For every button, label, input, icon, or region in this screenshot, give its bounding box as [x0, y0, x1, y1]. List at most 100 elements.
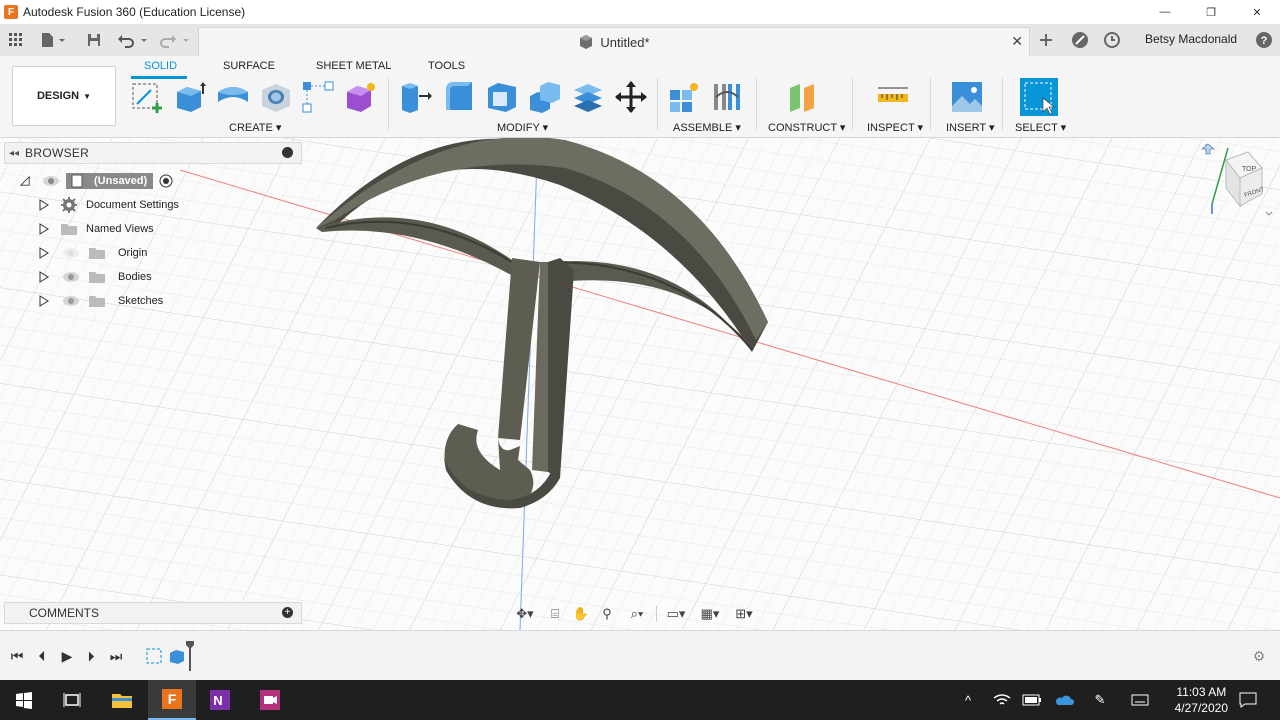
notifications-icon[interactable] — [1238, 690, 1258, 710]
offset-face-icon[interactable] — [571, 80, 605, 114]
3d-viewport[interactable]: TOP FRONT — [0, 138, 1280, 630]
timeline-sketch-feature-icon[interactable] — [145, 647, 163, 665]
orbit-icon[interactable]: ✥▾ — [510, 604, 540, 624]
document-tab[interactable]: Untitled* ✕ — [198, 27, 1030, 56]
browser-item-origin[interactable]: Origin — [38, 243, 147, 263]
show-hidden-icons-chevron-icon[interactable]: ^ — [958, 690, 978, 710]
redo-icon[interactable] — [158, 30, 192, 50]
zoom-icon[interactable]: ⚲ — [596, 604, 618, 624]
onedrive-cloud-icon[interactable] — [1054, 690, 1074, 710]
add-comment-plus-icon[interactable]: + — [282, 607, 293, 618]
browser-root-node[interactable]: (Unsaved) — [20, 171, 173, 191]
task-view-icon[interactable] — [48, 680, 96, 720]
combine-icon[interactable] — [528, 80, 562, 114]
viewport-canvas[interactable] — [0, 138, 1280, 630]
undo-icon[interactable] — [116, 30, 150, 50]
expand-arrow-icon[interactable] — [38, 199, 50, 211]
visibility-eye-icon[interactable] — [62, 270, 80, 284]
joint-icon[interactable] — [710, 80, 744, 114]
onenote-icon[interactable]: N — [196, 680, 244, 720]
shell-icon[interactable] — [485, 80, 519, 114]
go-to-end-icon[interactable]: ⏭ — [107, 647, 125, 665]
measure-icon[interactable] — [876, 80, 910, 114]
create-menu[interactable]: CREATE ▾ — [229, 121, 281, 134]
expand-arrow-icon[interactable] — [38, 271, 50, 283]
browser-panel-header[interactable]: ◂◂ BROWSER — [4, 142, 302, 164]
tab-tools[interactable]: TOOLS — [428, 60, 465, 72]
new-tab-plus-icon[interactable] — [1036, 30, 1056, 50]
pattern-icon[interactable] — [301, 80, 335, 114]
browser-item-document-settings[interactable]: Document Settings — [38, 195, 179, 215]
wifi-icon[interactable] — [992, 690, 1012, 710]
assemble-menu[interactable]: ASSEMBLE ▾ — [673, 121, 741, 134]
pen-workspace-icon[interactable]: ✎ — [1090, 690, 1110, 710]
visibility-eye-icon[interactable] — [62, 294, 80, 308]
hole-icon[interactable] — [259, 80, 293, 114]
insert-menu[interactable]: INSERT ▾ — [946, 121, 995, 134]
step-back-icon[interactable]: ⏴ — [33, 647, 51, 665]
activate-radio-icon[interactable] — [159, 174, 173, 188]
tab-solid[interactable]: SOLID — [144, 60, 177, 72]
taskbar-clock[interactable]: 11:03 AM 4/27/2020 — [1175, 684, 1228, 716]
modify-menu[interactable]: MODIFY ▾ — [497, 121, 548, 134]
close-tab-icon[interactable]: ✕ — [1011, 33, 1023, 50]
create-sketch-icon[interactable] — [130, 80, 164, 114]
fillet-icon[interactable] — [442, 80, 476, 114]
workspace-switcher[interactable]: DESIGN ▼ — [12, 66, 116, 126]
data-panel-grid-icon[interactable] — [6, 30, 26, 50]
browser-item-named-views[interactable]: Named Views — [38, 219, 154, 239]
construct-menu[interactable]: CONSTRUCT ▾ — [768, 121, 845, 134]
display-settings-icon[interactable]: ▭▾ — [661, 604, 691, 624]
minimize-button[interactable]: — — [1142, 0, 1188, 24]
look-at-icon[interactable]: ⌸ — [544, 604, 566, 624]
home-view-icon[interactable] — [1200, 143, 1216, 155]
timeline-settings-gear-icon[interactable]: ⚙ — [1250, 647, 1268, 665]
offset-plane-icon[interactable] — [786, 80, 820, 114]
expand-arrow-icon[interactable] — [38, 223, 50, 235]
grid-settings-icon[interactable]: ▦▾ — [695, 604, 725, 624]
pan-hand-icon[interactable]: ✋ — [570, 604, 592, 624]
press-pull-icon[interactable] — [399, 80, 433, 114]
battery-icon[interactable] — [1022, 690, 1042, 710]
close-window-button[interactable]: ✕ — [1234, 0, 1280, 24]
expanded-arrow-icon[interactable] — [20, 176, 30, 186]
visibility-eye-icon[interactable] — [42, 174, 60, 188]
new-component-icon[interactable] — [667, 80, 701, 114]
timeline-marker[interactable] — [186, 641, 194, 671]
tab-sheet-metal[interactable]: SHEET METAL — [316, 60, 391, 72]
go-to-start-icon[interactable]: ⏮ — [8, 647, 26, 665]
tab-surface[interactable]: SURFACE — [223, 60, 275, 72]
timeline-extrude-feature-icon[interactable] — [168, 647, 186, 665]
collapse-panel-icon[interactable]: ◂◂ — [9, 148, 19, 159]
create-form-icon[interactable] — [344, 80, 378, 114]
comments-panel-header[interactable]: COMMENTS + — [4, 602, 302, 624]
hidden-eye-icon[interactable] — [62, 246, 80, 260]
job-status-clock-icon[interactable] — [1102, 30, 1122, 50]
expand-arrow-icon[interactable] — [38, 247, 50, 259]
insert-canvas-icon[interactable] — [950, 80, 984, 114]
browser-item-sketches[interactable]: Sketches — [38, 291, 163, 311]
restore-button[interactable]: ❐ — [1188, 0, 1234, 24]
select-menu[interactable]: SELECT ▾ — [1015, 121, 1066, 134]
extrude-icon[interactable] — [173, 80, 207, 114]
select-tool-icon[interactable] — [1020, 78, 1058, 116]
fusion-taskbar-icon[interactable]: F — [148, 680, 196, 720]
windows-start-icon[interactable] — [0, 680, 48, 720]
file-menu-icon[interactable] — [38, 30, 68, 50]
viewports-icon[interactable]: ⊞▾ — [729, 604, 759, 624]
expand-arrow-icon[interactable] — [38, 295, 50, 307]
help-icon[interactable]: ? — [1254, 30, 1274, 50]
play-icon[interactable]: ▶ — [58, 647, 76, 665]
viewcube[interactable]: TOP FRONT — [1196, 140, 1276, 220]
fit-zoom-icon[interactable]: ⌕▾ — [622, 604, 652, 624]
save-icon[interactable] — [84, 30, 104, 50]
extensions-icon[interactable] — [1070, 30, 1090, 50]
video-app-icon[interactable] — [246, 680, 294, 720]
minus-circle-icon[interactable] — [282, 147, 293, 158]
user-account-menu[interactable]: Betsy Macdonald — [1145, 32, 1237, 46]
inspect-menu[interactable]: INSPECT ▾ — [867, 121, 923, 134]
move-copy-icon[interactable] — [614, 80, 648, 114]
file-explorer-icon[interactable] — [98, 680, 146, 720]
touch-keyboard-icon[interactable] — [1130, 690, 1150, 710]
revolve-icon[interactable] — [216, 80, 250, 114]
